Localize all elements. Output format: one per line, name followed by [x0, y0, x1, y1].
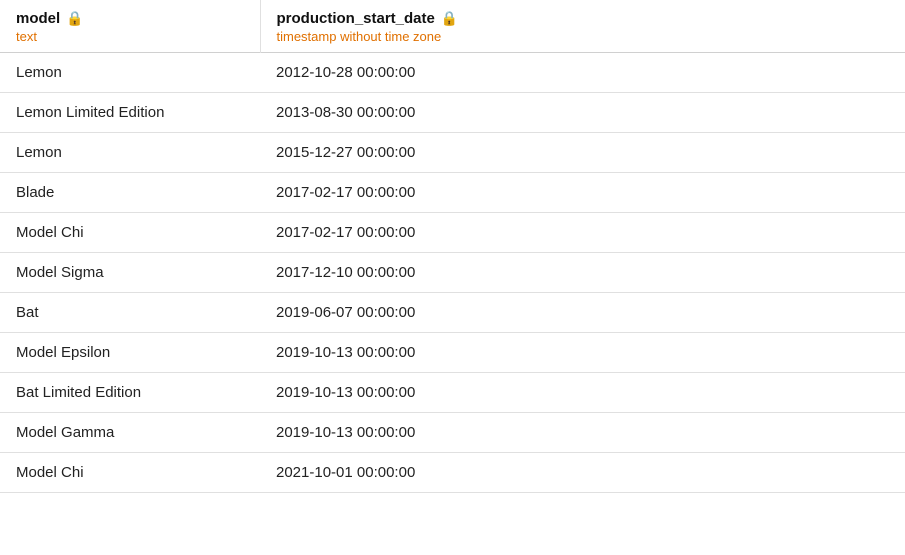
table-row: Lemon2015-12-27 00:00:00 [0, 133, 905, 173]
table-row: Blade2017-02-17 00:00:00 [0, 173, 905, 213]
cell-model: Bat Limited Edition [0, 373, 260, 413]
cell-production-start-date: 2019-06-07 00:00:00 [260, 293, 905, 333]
date-column-type: timestamp without time zone [277, 29, 890, 44]
table-row: Model Chi2017-02-17 00:00:00 [0, 213, 905, 253]
data-table: model 🔒 text production_start_date 🔒 tim… [0, 0, 905, 493]
cell-production-start-date: 2012-10-28 00:00:00 [260, 53, 905, 93]
table-row: Bat Limited Edition2019-10-13 00:00:00 [0, 373, 905, 413]
cell-production-start-date: 2015-12-27 00:00:00 [260, 133, 905, 173]
model-column-title: model [16, 10, 60, 27]
cell-production-start-date: 2017-12-10 00:00:00 [260, 253, 905, 293]
cell-model: Bat [0, 293, 260, 333]
column-header-production-start-date[interactable]: production_start_date 🔒 timestamp withou… [260, 0, 905, 53]
model-column-type: text [16, 29, 244, 44]
date-column-title: production_start_date [277, 10, 435, 27]
table-row: Model Sigma2017-12-10 00:00:00 [0, 253, 905, 293]
cell-model: Lemon [0, 133, 260, 173]
date-lock-icon: 🔒 [441, 10, 458, 27]
cell-model: Model Sigma [0, 253, 260, 293]
cell-model: Lemon Limited Edition [0, 93, 260, 133]
table-row: Bat2019-06-07 00:00:00 [0, 293, 905, 333]
cell-production-start-date: 2019-10-13 00:00:00 [260, 373, 905, 413]
table-row: Model Chi2021-10-01 00:00:00 [0, 453, 905, 493]
cell-production-start-date: 2019-10-13 00:00:00 [260, 333, 905, 373]
cell-production-start-date: 2019-10-13 00:00:00 [260, 413, 905, 453]
cell-production-start-date: 2017-02-17 00:00:00 [260, 213, 905, 253]
cell-production-start-date: 2013-08-30 00:00:00 [260, 93, 905, 133]
table-row: Lemon Limited Edition2013-08-30 00:00:00 [0, 93, 905, 133]
cell-model: Lemon [0, 53, 260, 93]
table-row: Lemon2012-10-28 00:00:00 [0, 53, 905, 93]
table-row: Model Gamma2019-10-13 00:00:00 [0, 413, 905, 453]
cell-model: Model Gamma [0, 413, 260, 453]
cell-model: Model Chi [0, 453, 260, 493]
table-header-row: model 🔒 text production_start_date 🔒 tim… [0, 0, 905, 53]
cell-production-start-date: 2021-10-01 00:00:00 [260, 453, 905, 493]
model-lock-icon: 🔒 [66, 10, 83, 27]
cell-model: Model Epsilon [0, 333, 260, 373]
cell-production-start-date: 2017-02-17 00:00:00 [260, 173, 905, 213]
cell-model: Blade [0, 173, 260, 213]
cell-model: Model Chi [0, 213, 260, 253]
table-row: Model Epsilon2019-10-13 00:00:00 [0, 333, 905, 373]
column-header-model[interactable]: model 🔒 text [0, 0, 260, 53]
